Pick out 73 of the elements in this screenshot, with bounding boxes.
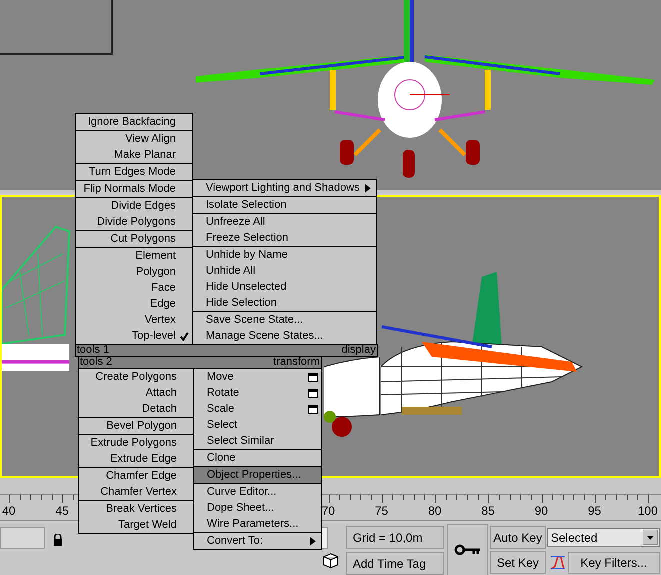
menu-item[interactable]: Create Polygons — [79, 369, 193, 385]
menu-item[interactable]: Chamfer Edge — [79, 468, 193, 484]
menu-item[interactable]: Cut Polygons — [76, 231, 192, 247]
menu-item[interactable]: Manage Scene States... — [193, 328, 376, 344]
menu-item[interactable]: Ignore Backfacing — [76, 114, 192, 130]
menu-item[interactable]: Scale — [194, 401, 321, 417]
menu-item[interactable]: Flip Normals Mode — [76, 181, 192, 197]
key-icon — [454, 544, 482, 556]
grid-status: Grid = 10,0m — [346, 526, 444, 549]
menu-item[interactable]: Select Similar — [194, 433, 321, 449]
quadrant-title: tools 2 — [80, 356, 112, 369]
dropdown-arrow-icon — [643, 530, 658, 545]
menu-item[interactable]: Edge — [76, 296, 192, 312]
menu-item[interactable]: Vertex — [76, 312, 192, 328]
menu-item[interactable]: Top-level — [76, 328, 192, 344]
set-key-mode-button[interactable] — [447, 524, 488, 575]
menu-item[interactable]: Divide Edges — [76, 198, 192, 214]
menu-item[interactable]: Turn Edges Mode — [76, 164, 192, 180]
selection-dropdown[interactable]: Selected — [547, 528, 660, 547]
menu-item[interactable]: Object Properties... — [194, 467, 321, 483]
menu-item[interactable]: Attach — [79, 385, 193, 401]
menu-item[interactable]: Isolate Selection — [193, 197, 376, 213]
menu-item[interactable]: Divide Polygons — [76, 214, 192, 230]
options-box-icon — [308, 405, 318, 414]
frame-number: 95 — [588, 504, 602, 518]
menu-item[interactable]: Freeze Selection — [193, 230, 376, 246]
frame-number: 85 — [482, 504, 495, 518]
frame-number: 40 — [2, 504, 16, 518]
menu-item[interactable]: Rotate — [194, 385, 321, 401]
menu-item[interactable]: Dope Sheet... — [194, 500, 321, 516]
menu-item[interactable]: Hide Unselected — [193, 279, 376, 295]
menu-item[interactable]: Unhide by Name — [193, 247, 376, 263]
lock-icon[interactable] — [53, 534, 63, 546]
menu-item[interactable]: Bevel Polygon — [79, 418, 193, 434]
frame-number: 45 — [56, 504, 69, 518]
quadrant-title: transform — [274, 356, 320, 369]
menu-item[interactable]: Extrude Edge — [79, 451, 193, 467]
frame-number: 75 — [375, 504, 388, 518]
quadrant-title: tools 1 — [77, 344, 110, 357]
menu-item[interactable]: Convert To: — [194, 533, 321, 549]
menu-item[interactable]: Select — [194, 417, 321, 433]
set-key-button[interactable]: Set Key — [490, 551, 546, 574]
menu-item[interactable]: Save Scene State... — [193, 312, 376, 328]
menu-item[interactable]: Extrude Polygons — [79, 435, 193, 451]
menu-item[interactable]: Unhide All — [193, 263, 376, 279]
check-icon — [180, 332, 189, 341]
menu-item[interactable]: Element — [76, 248, 192, 264]
menu-item[interactable]: Clone — [194, 450, 321, 466]
menu-item[interactable]: Move — [194, 369, 321, 385]
submenu-arrow-icon — [365, 184, 371, 193]
quadrant-title: display — [342, 344, 376, 357]
frame-number: 80 — [428, 504, 442, 518]
menu-item[interactable]: Unfreeze All — [193, 214, 376, 230]
key-filters-button[interactable]: Key Filters... — [568, 552, 660, 574]
menu-item[interactable]: Detach — [79, 401, 193, 417]
menu-item[interactable]: Face — [76, 280, 192, 296]
menu-item[interactable]: Polygon — [76, 264, 192, 280]
options-box-icon — [308, 373, 318, 382]
menu-item[interactable]: View Align — [76, 131, 192, 147]
add-time-tag-field[interactable]: Add Time Tag — [346, 552, 444, 575]
submenu-arrow-icon — [310, 537, 316, 546]
frame-number: 70 — [322, 504, 336, 518]
cube-icon[interactable] — [322, 552, 340, 570]
coordinate-field[interactable] — [0, 527, 45, 549]
options-box-icon — [308, 389, 318, 398]
menu-item[interactable]: Break Vertices — [79, 501, 193, 517]
auto-key-button[interactable]: Auto Key — [490, 526, 546, 549]
frame-number: 100 — [638, 504, 658, 518]
dropdown-value: Selected — [551, 530, 598, 546]
menu-item[interactable]: Hide Selection — [193, 295, 376, 311]
menu-item[interactable]: Make Planar — [76, 147, 192, 163]
menu-item[interactable]: Viewport Lighting and Shadows — [193, 180, 376, 196]
frame-number: 90 — [534, 504, 548, 518]
